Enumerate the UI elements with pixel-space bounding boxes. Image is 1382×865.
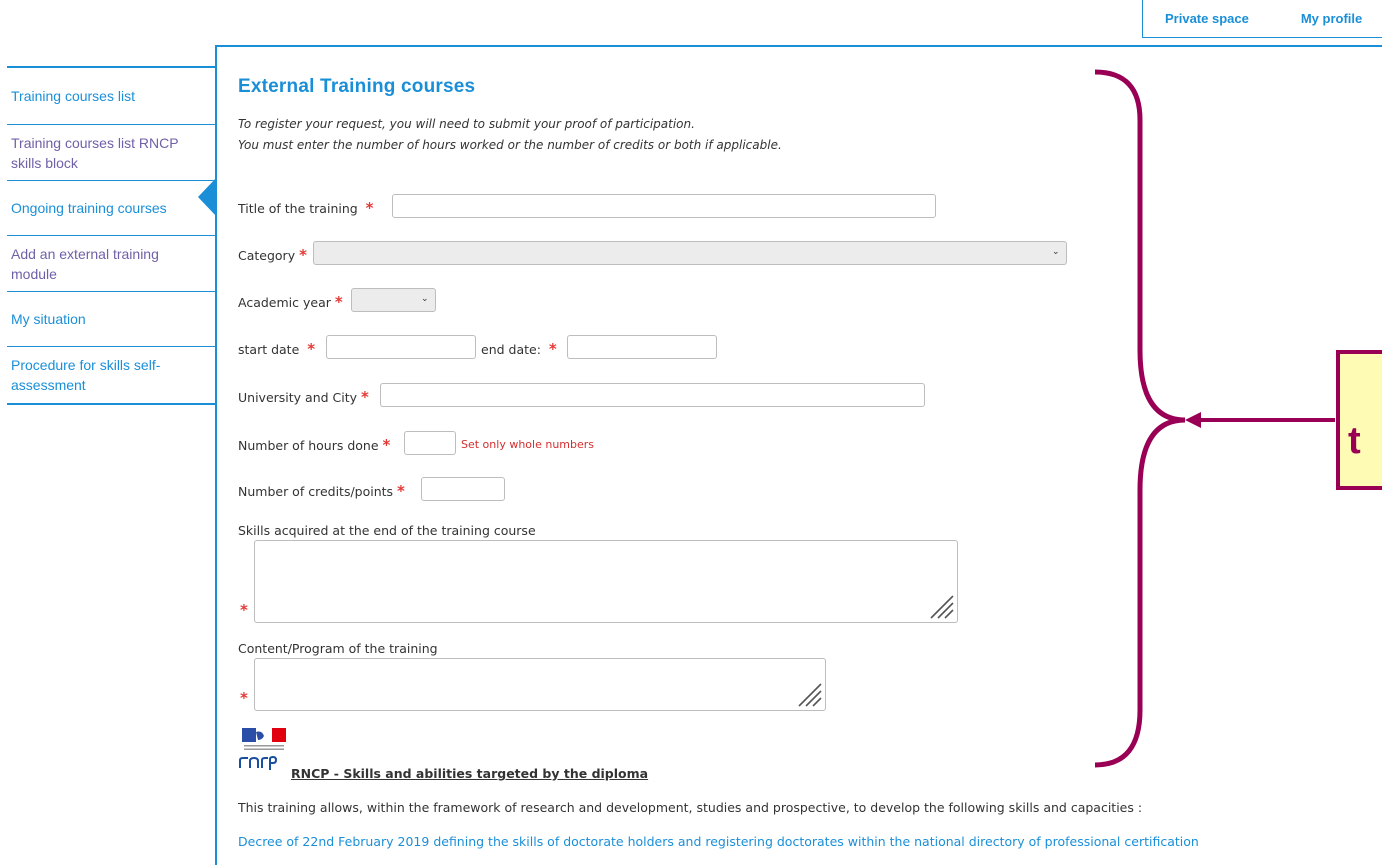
sidebar-item-add-external-training[interactable]: Add an external training module — [7, 236, 216, 292]
sidebar-item-label: Ongoing training courses — [11, 200, 167, 216]
sidebar-item-my-situation[interactable]: My situation — [7, 292, 216, 347]
skills-textarea[interactable] — [254, 540, 958, 623]
required-mark: * — [361, 388, 369, 406]
active-item-arrow-icon — [198, 177, 217, 217]
chevron-down-icon: ⌄ — [1052, 247, 1060, 257]
start-date-label: start date * — [238, 340, 316, 358]
resize-grip-icon[interactable] — [796, 681, 822, 707]
sidebar-item-label: Training courses list RNCP skills block — [11, 134, 179, 171]
hours-label: Number of hours done * — [238, 436, 391, 454]
university-label: University and City * — [238, 388, 369, 406]
annotation-callout: t — [1336, 350, 1382, 490]
annotation-brace — [1094, 69, 1335, 768]
sidebar-item-label: Procedure for skills self-assessment — [11, 357, 161, 393]
sidebar-item-label: My situation — [11, 311, 86, 327]
required-mark: * — [548, 340, 557, 358]
rncp-title: RNCP - Skills and abilities targeted by … — [291, 766, 649, 781]
category-label: Category * — [238, 246, 307, 264]
sidebar-item-label: Training courses list — [11, 88, 135, 104]
university-input[interactable] — [380, 383, 925, 407]
required-mark: * — [307, 340, 316, 358]
rncp-description: This training allows, within the framewo… — [238, 800, 1143, 815]
sidebar-item-ongoing-training[interactable]: Ongoing training courses — [7, 181, 216, 236]
intro-line-2: You must enter the number of hours worke… — [238, 138, 782, 152]
content-required-mark: * — [240, 689, 248, 707]
resize-grip-icon[interactable] — [928, 593, 954, 619]
sidebar: Training courses list Training courses l… — [7, 66, 216, 405]
content-textarea[interactable] — [254, 658, 826, 711]
sidebar-item-training-courses-rncp[interactable]: Training courses list RNCP skills block — [7, 125, 216, 181]
tab-my-profile[interactable]: My profile — [1301, 11, 1362, 26]
hours-input[interactable] — [404, 431, 456, 455]
title-label: Title of the training * — [238, 199, 374, 217]
required-mark: * — [397, 482, 405, 500]
skills-required-mark: * — [240, 601, 248, 619]
category-select[interactable] — [313, 241, 1067, 265]
skills-label: Skills acquired at the end of the traini… — [238, 523, 536, 538]
intro-line-1: To register your request, you will need … — [238, 117, 695, 131]
required-mark: * — [334, 293, 343, 311]
required-mark: * — [365, 199, 374, 217]
credits-label: Number of credits/points * — [238, 482, 405, 500]
sidebar-item-training-courses-list[interactable]: Training courses list — [7, 68, 216, 125]
tab-private-space[interactable]: Private space — [1165, 11, 1249, 26]
credits-input[interactable] — [421, 477, 505, 501]
hours-hint: Set only whole numbers — [461, 438, 595, 451]
decree-link[interactable]: Decree of 22nd February 2019 defining th… — [238, 834, 1199, 849]
republique-francaise-logo — [242, 728, 286, 750]
academic-year-label: Academic year * — [238, 293, 343, 311]
start-date-input[interactable] — [326, 335, 476, 359]
page-title: External Training courses — [238, 76, 476, 97]
content-label: Content/Program of the training — [238, 641, 438, 656]
end-date-label: end date: * — [481, 340, 557, 358]
required-mark: * — [299, 246, 307, 264]
sidebar-item-label: Add an external training module — [11, 245, 159, 282]
chevron-down-icon: ⌄ — [421, 294, 429, 304]
required-mark: * — [382, 436, 391, 454]
cncp-logo — [239, 756, 278, 770]
sidebar-item-skills-self-assessment[interactable]: Procedure for skills self-assessment — [7, 347, 216, 403]
end-date-input[interactable] — [567, 335, 717, 359]
title-input[interactable] — [392, 194, 936, 218]
top-navigation: Private space My profile — [1142, 0, 1382, 38]
